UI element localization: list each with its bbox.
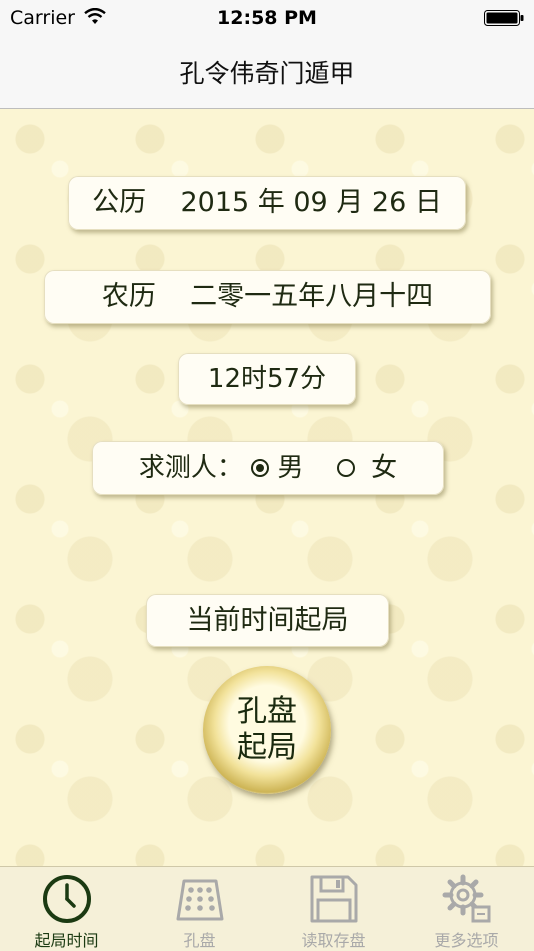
solar-day-unit: 日	[414, 187, 442, 218]
solar-label: 公历	[92, 187, 147, 218]
solar-year-unit: 年	[257, 187, 285, 218]
radio-unchecked-icon	[336, 459, 355, 477]
tab-label: 孔盘	[183, 931, 216, 950]
status-bar: Carrier 12:58 PM	[0, 0, 534, 36]
solar-date-button[interactable]: 公历 2015 年 09 月 26 日	[68, 176, 466, 230]
male-label: 男	[277, 453, 304, 483]
gear-icon	[442, 874, 491, 923]
floppy-disk-icon	[310, 875, 358, 923]
tab-start-time[interactable]: 起局时间	[0, 867, 133, 951]
navigation-bar: 孔令伟奇门遁甲	[0, 36, 534, 109]
start-chart-label-line2: 起局	[237, 730, 297, 765]
start-chart-button[interactable]: 孔盘 起局	[203, 666, 331, 794]
tab-bar: 起局时间 孔盘 读取存盘 更多选项	[0, 866, 534, 951]
solar-month: 09	[293, 187, 328, 218]
solar-day: 26	[371, 187, 407, 218]
tab-label: 读取存盘	[301, 931, 366, 950]
tab-load-saved[interactable]: 读取存盘	[267, 867, 400, 951]
start-chart-label-line1: 孔盘	[237, 694, 297, 729]
tab-label: 起局时间	[34, 931, 99, 950]
battery-icon	[484, 10, 524, 26]
tab-kong-board[interactable]: 孔盘	[133, 867, 266, 951]
tab-more-options[interactable]: 更多选项	[400, 867, 533, 951]
female-radio[interactable]: 女	[336, 453, 398, 483]
lunar-date-button[interactable]: 农历 二零一五年八月十四	[44, 270, 491, 324]
current-time-start-button[interactable]: 当前时间起局	[146, 594, 389, 647]
tab-label: 更多选项	[434, 931, 499, 950]
gender-selector: 求测人： 男 女	[92, 441, 444, 495]
grid-board-icon	[176, 879, 224, 921]
gender-label: 求测人：	[138, 453, 243, 483]
clock-icon	[43, 875, 91, 923]
page-title: 孔令伟奇门遁甲	[179, 59, 355, 88]
time-button[interactable]: 12时57分	[178, 353, 356, 405]
solar-year: 2015	[180, 187, 250, 218]
status-time: 12:58 PM	[217, 7, 317, 29]
lunar-label: 农历	[101, 281, 156, 312]
lunar-value: 二零一五年八月十四	[190, 281, 434, 312]
solar-month-unit: 月	[336, 187, 364, 218]
female-label: 女	[371, 453, 398, 483]
radio-checked-icon	[251, 459, 270, 477]
current-time-start-label: 当前时间起局	[186, 605, 349, 636]
time-value: 12时57分	[207, 364, 327, 394]
male-radio[interactable]: 男	[251, 453, 303, 483]
